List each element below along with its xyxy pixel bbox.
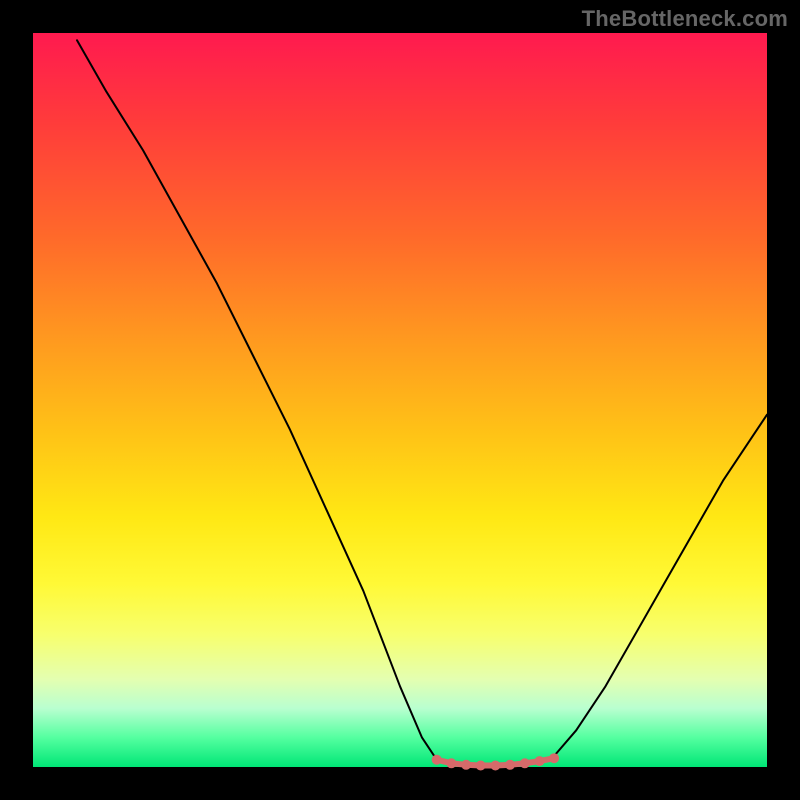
valley-dot bbox=[520, 758, 530, 768]
curve-left bbox=[77, 40, 444, 763]
curve-layer bbox=[33, 33, 767, 767]
valley-dot bbox=[490, 761, 500, 771]
valley-dot bbox=[461, 760, 471, 770]
plot-area bbox=[33, 33, 767, 767]
valley-dot bbox=[549, 753, 559, 763]
valley-dot bbox=[505, 760, 515, 770]
curve-right bbox=[554, 415, 767, 756]
valley-dot bbox=[432, 755, 442, 765]
valley-dot bbox=[446, 758, 456, 768]
valley-highlight-dots bbox=[432, 753, 559, 770]
valley-dot bbox=[476, 761, 486, 771]
valley-dot bbox=[535, 756, 545, 766]
watermark-text: TheBottleneck.com bbox=[582, 6, 788, 32]
chart-frame: TheBottleneck.com bbox=[0, 0, 800, 800]
